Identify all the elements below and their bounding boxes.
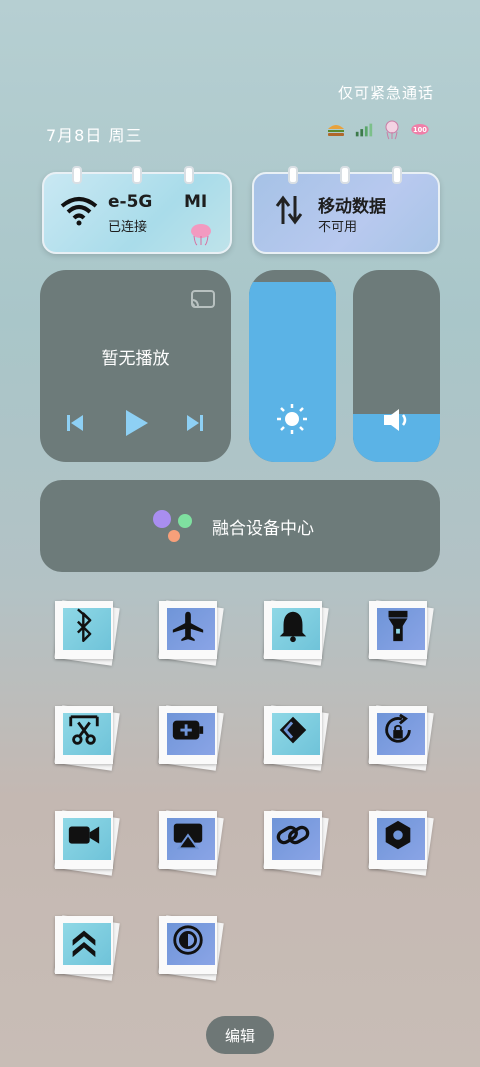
bell-icon — [279, 611, 307, 643]
burger-icon — [326, 120, 346, 140]
card-ring — [392, 166, 402, 184]
wifi-name-left: e-5G — [108, 192, 153, 212]
fusion-label: 融合设备中心 — [212, 519, 314, 539]
emergency-call-text: 仅可紧急通话 — [337, 84, 434, 102]
date-text: 7月8日 周三 — [46, 126, 143, 145]
hexagon-settings-icon — [385, 820, 411, 850]
quick-toggle-bluetooth[interactable] — [52, 598, 122, 668]
fusion-device-center[interactable]: 融合设备中心 — [40, 480, 440, 572]
data-arrows-icon — [275, 195, 303, 225]
rotation-lock-icon — [385, 713, 411, 743]
wifi-status: 已连接 — [108, 220, 148, 235]
card-ring — [72, 166, 82, 184]
card-ring — [184, 166, 194, 184]
jellyfish-icon — [382, 120, 402, 140]
quick-toggle-airplane[interactable] — [156, 598, 226, 668]
quick-toggle-screenshot[interactable] — [52, 703, 122, 773]
next-icon[interactable] — [184, 412, 206, 434]
card-ring — [288, 166, 298, 184]
bluetooth-icon — [77, 608, 92, 642]
volume-slider[interactable] — [353, 270, 440, 462]
dc-icon — [279, 716, 307, 744]
mobile-data-status: 不可用 — [318, 220, 358, 235]
quick-toggle-hexagon-settings[interactable] — [366, 808, 436, 878]
mobile-data-card[interactable]: 移动数据 不可用 — [252, 172, 440, 254]
contrast-icon — [173, 925, 203, 955]
screenshot-icon — [69, 715, 99, 745]
airplane-icon — [172, 611, 204, 642]
quick-toggle-flashlight[interactable] — [366, 598, 436, 668]
card-ring — [340, 166, 350, 184]
quick-toggle-bell[interactable] — [261, 598, 331, 668]
card-ring — [132, 166, 142, 184]
svg-text:100: 100 — [413, 126, 427, 134]
media-panel[interactable]: 暂无播放 — [40, 270, 231, 462]
edit-button[interactable]: 编辑 — [206, 1016, 274, 1054]
speaker-icon — [384, 409, 407, 431]
brightness-slider[interactable] — [249, 270, 336, 462]
quick-toggle-contrast[interactable] — [156, 913, 226, 983]
quick-toggle-link[interactable] — [261, 808, 331, 878]
battery-saver-icon — [172, 720, 204, 740]
wifi-card[interactable]: e-5G MI 已连接 — [42, 172, 232, 254]
double-chevron-up-icon — [72, 930, 96, 958]
quick-toggle-battery-saver[interactable] — [156, 703, 226, 773]
quick-toggle-dc[interactable] — [261, 703, 331, 773]
flashlight-icon — [388, 610, 408, 642]
wifi-icon — [60, 197, 98, 226]
quick-toggle-double-chevron-up[interactable] — [52, 913, 122, 983]
status-icons: 100 — [326, 120, 430, 140]
wifi-name-right: MI — [184, 192, 208, 212]
play-icon[interactable] — [122, 408, 150, 438]
link-icon — [276, 825, 310, 845]
quick-toggle-screen-cast[interactable] — [156, 808, 226, 878]
jellyfish-decor-icon — [191, 224, 211, 246]
screen-cast-icon — [173, 823, 203, 850]
quick-toggle-rotation-lock[interactable] — [366, 703, 436, 773]
media-status-text: 暂无播放 — [101, 349, 170, 369]
cast-icon[interactable] — [190, 290, 216, 310]
video-icon — [68, 826, 100, 844]
previous-icon[interactable] — [64, 412, 86, 434]
fusion-dots-icon — [153, 510, 192, 542]
mobile-data-title: 移动数据 — [318, 197, 386, 217]
sun-icon — [277, 404, 307, 434]
battery-icon: 100 — [410, 120, 430, 140]
signal-icon — [354, 120, 374, 140]
quick-toggle-video[interactable] — [52, 808, 122, 878]
